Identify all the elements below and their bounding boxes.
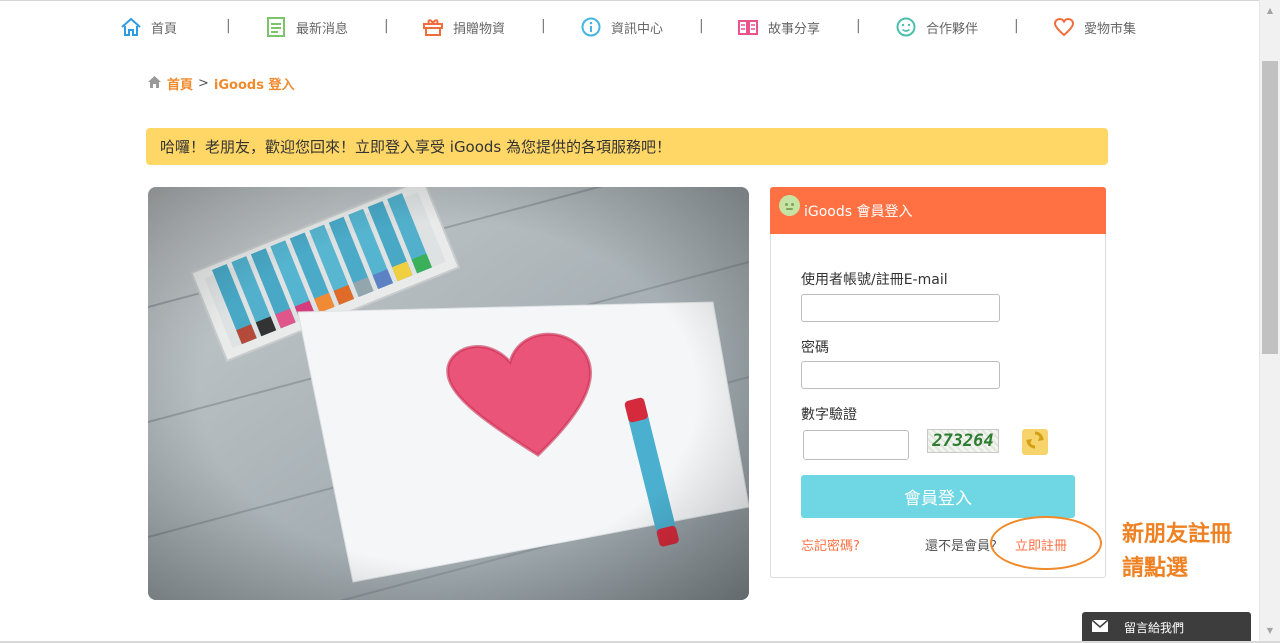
annotation-note: 新朋友註冊 請點選 [1122, 518, 1272, 586]
captcha-refresh-button[interactable] [1022, 429, 1048, 455]
home-icon [120, 16, 142, 38]
smile-icon [895, 16, 917, 38]
donate-box-icon [422, 16, 444, 38]
nav-item-label: 資訊中心 [611, 21, 664, 37]
heart-icon [1053, 16, 1075, 38]
scroll-down-arrow-icon[interactable]: ▼ [1260, 622, 1280, 639]
nav-item-home[interactable]: 首頁 [120, 12, 177, 42]
nav-item-stories[interactable]: 故事分享 [737, 12, 820, 42]
hero-photo [148, 187, 749, 600]
captcha-input[interactable] [803, 430, 909, 460]
nav-separator: | [699, 18, 704, 34]
password-label: 密碼 [801, 340, 829, 356]
home-icon [147, 75, 162, 93]
scroll-up-arrow-icon[interactable]: ▲ [1260, 2, 1280, 19]
member-login-button[interactable]: 會員登入 [801, 475, 1075, 518]
nav-item-partners[interactable]: 合作夥伴 [895, 12, 978, 42]
smiley-face-icon [779, 195, 800, 216]
captcha-label: 數字驗證 [801, 407, 857, 423]
message-us-widget[interactable]: 留言給我們 [1082, 612, 1251, 643]
scrollbar-thumb[interactable] [1262, 61, 1278, 354]
captcha-image: 273264 [927, 429, 999, 453]
news-icon [265, 16, 287, 38]
nav-separator: | [226, 18, 231, 34]
nav-item-label: 愛物市集 [1084, 21, 1137, 37]
username-label: 使用者帳號/註冊E-mail [801, 272, 948, 288]
annotation-line-1: 新朋友註冊 [1122, 522, 1233, 547]
main-navigation: 首頁 | 最新消息 | 捐贈物資 | 資訊中心 | 故事分享 | 合作夥伴 | [112, 12, 1172, 42]
breadcrumb-current: iGoods 登入 [213, 78, 295, 93]
nav-item-market[interactable]: 愛物市集 [1053, 12, 1136, 42]
login-panel-title: iGoods 會員登入 [804, 203, 913, 220]
nav-item-news[interactable]: 最新消息 [265, 12, 348, 42]
breadcrumb-separator: > [198, 76, 209, 91]
book-icon [737, 16, 759, 38]
nav-item-label: 故事分享 [768, 21, 821, 37]
welcome-banner-text: 哈囉！老朋友，歡迎您回來！立即登入享受 iGoods 為您提供的各項服務吧！ [160, 138, 672, 156]
annotation-line-2: 請點選 [1122, 556, 1189, 581]
nav-item-label: 捐贈物資 [453, 21, 506, 37]
nav-item-label: 合作夥伴 [926, 21, 979, 37]
nav-item-label: 首頁 [151, 21, 178, 37]
login-panel-header: iGoods 會員登入 [770, 187, 1106, 234]
nav-separator: | [856, 18, 861, 34]
info-icon [580, 16, 602, 38]
breadcrumb-home-link[interactable]: 首頁 [167, 74, 193, 93]
message-us-label: 留言給我們 [1124, 621, 1185, 635]
welcome-banner: 哈囉！老朋友，歡迎您回來！立即登入享受 iGoods 為您提供的各項服務吧！ [146, 128, 1108, 165]
breadcrumb: 首頁 > iGoods 登入 [147, 74, 294, 93]
nav-item-info[interactable]: 資訊中心 [580, 12, 663, 42]
nav-item-label: 最新消息 [296, 21, 349, 37]
vertical-scrollbar[interactable]: ▲ ▼ [1259, 0, 1280, 641]
nav-separator: | [541, 18, 546, 34]
nav-separator: | [384, 18, 389, 34]
page-top-border [0, 0, 1280, 1]
refresh-icon [1026, 431, 1044, 453]
forgot-password-link[interactable]: 忘記密碼? [801, 535, 860, 554]
username-input[interactable] [801, 294, 1000, 322]
nav-separator: | [1014, 18, 1019, 34]
password-input[interactable] [801, 361, 1000, 389]
annotation-circle [990, 516, 1102, 570]
envelope-icon [1091, 619, 1109, 635]
nav-item-donate[interactable]: 捐贈物資 [422, 12, 505, 42]
